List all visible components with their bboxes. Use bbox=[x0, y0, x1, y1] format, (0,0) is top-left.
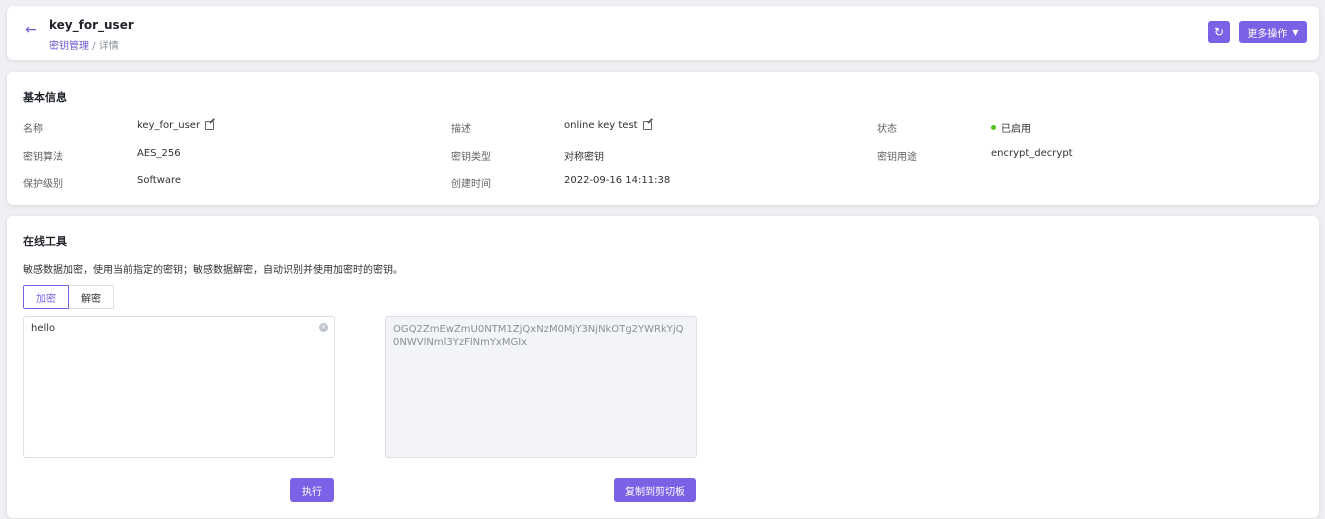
edit-description-icon[interactable] bbox=[642, 121, 652, 130]
page-title: key_for_user bbox=[49, 18, 134, 32]
status-label: 状态 bbox=[877, 124, 897, 135]
created-time-label: 创建时间 bbox=[451, 179, 491, 190]
page-header: ← key_for_user 密钥管理 / 详情 ↻ 更多操作 ▼ bbox=[7, 6, 1319, 60]
plaintext-value: hello bbox=[31, 323, 56, 334]
basic-info-section: 基本信息 名称 key_for_user 描述 online key test … bbox=[7, 72, 1319, 205]
status-text: 已启用 bbox=[1001, 124, 1031, 135]
name-label: 名称 bbox=[23, 124, 43, 135]
protection-level-label: 保护级别 bbox=[23, 179, 63, 190]
key-type-value: 对称密钥 bbox=[564, 152, 604, 163]
ciphertext-output: OGQ2ZmEwZmU0NTM1ZjQxNzM0MjY3NjNkOTg2YWRk… bbox=[385, 316, 697, 458]
description-label: 描述 bbox=[451, 124, 471, 135]
back-arrow-icon[interactable]: ← bbox=[21, 20, 41, 40]
basic-info-title: 基本信息 bbox=[23, 91, 67, 104]
key-usage-label: 密钥用途 bbox=[877, 152, 917, 163]
algorithm-label: 密钥算法 bbox=[23, 152, 63, 163]
algorithm-value: AES_256 bbox=[137, 148, 181, 159]
plaintext-input[interactable]: hello × bbox=[23, 316, 335, 458]
refresh-button[interactable]: ↻ bbox=[1208, 21, 1230, 43]
breadcrumb-current: 详情 bbox=[98, 41, 119, 52]
name-value: key_for_user bbox=[137, 120, 215, 131]
edit-name-icon[interactable] bbox=[205, 121, 215, 130]
caret-down-icon: ▼ bbox=[1292, 27, 1299, 37]
online-tools-section: 在线工具 敏感数据加密，使用当前指定的密钥；敏感数据解密，自动识别并使用加密时的… bbox=[7, 216, 1319, 518]
name-text: key_for_user bbox=[137, 120, 201, 131]
description-text: online key test bbox=[564, 120, 638, 131]
more-actions-label: 更多操作 bbox=[1247, 28, 1288, 40]
key-type-label: 密钥类型 bbox=[451, 152, 491, 163]
key-usage-value: encrypt_decrypt bbox=[991, 148, 1073, 159]
status-value: 已启用 bbox=[991, 120, 1031, 135]
tab-encrypt[interactable]: 加密 bbox=[23, 285, 69, 309]
description-value: online key test bbox=[564, 120, 652, 131]
execute-button[interactable]: 执行 bbox=[290, 478, 334, 502]
online-tools-title: 在线工具 bbox=[23, 235, 67, 248]
mode-tabs: 加密 解密 bbox=[23, 285, 114, 309]
online-tools-description: 敏感数据加密，使用当前指定的密钥；敏感数据解密，自动识别并使用加密时的密钥。 bbox=[23, 265, 403, 276]
copy-to-clipboard-button[interactable]: 复制到剪切板 bbox=[614, 478, 696, 502]
tab-decrypt[interactable]: 解密 bbox=[69, 285, 114, 309]
refresh-icon: ↻ bbox=[1213, 25, 1225, 39]
breadcrumb-separator: / bbox=[89, 41, 99, 52]
breadcrumb-key-management[interactable]: 密钥管理 bbox=[49, 41, 89, 52]
more-actions-button[interactable]: 更多操作 ▼ bbox=[1239, 21, 1307, 43]
created-time-value: 2022-09-16 14:11:38 bbox=[564, 175, 671, 186]
breadcrumb: 密钥管理 / 详情 bbox=[49, 37, 119, 52]
clear-icon[interactable]: × bbox=[319, 323, 328, 332]
protection-level-value: Software bbox=[137, 175, 182, 186]
status-dot-icon bbox=[991, 125, 996, 130]
